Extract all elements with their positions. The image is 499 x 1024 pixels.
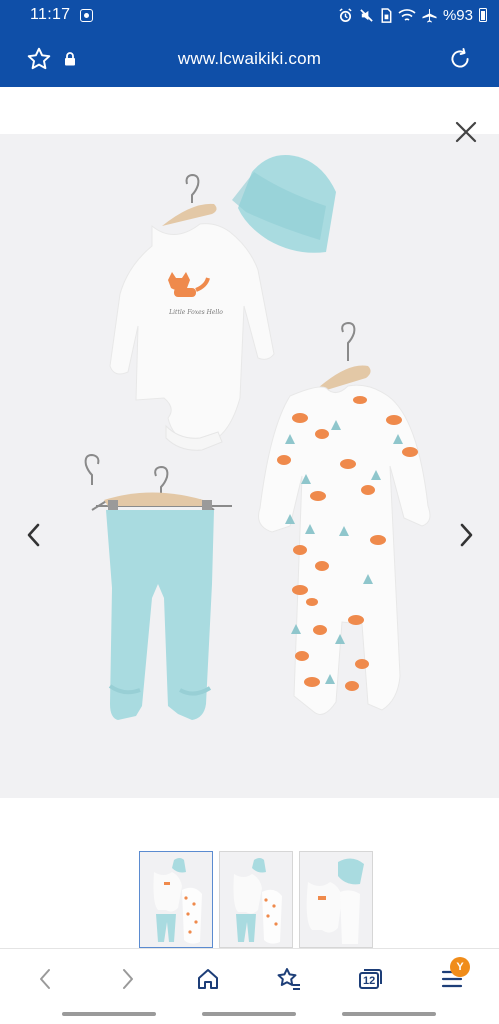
airplane-icon xyxy=(422,8,437,23)
bookmark-star-icon[interactable] xyxy=(26,46,52,72)
status-bar: 11:17 %93 xyxy=(0,0,499,30)
chevron-right-icon xyxy=(460,523,473,547)
status-icons: %93 xyxy=(338,7,487,24)
battery-icon xyxy=(479,8,487,22)
notification-icon xyxy=(80,8,94,22)
browser-bottom-nav: 12 xyxy=(0,948,499,1008)
product-photo: Little Foxes Hello xyxy=(84,155,431,720)
forward-button[interactable] xyxy=(112,963,144,995)
bookmarks-button[interactable] xyxy=(273,963,305,995)
home-icon xyxy=(198,969,218,989)
bodysuit-print-text: Little Foxes Hello xyxy=(168,309,223,316)
back-icon xyxy=(40,969,50,989)
sleepsuit-illustration xyxy=(258,384,431,715)
next-image-button[interactable] xyxy=(454,517,478,553)
hat-illustration xyxy=(232,155,336,253)
previous-image-button[interactable] xyxy=(22,517,46,553)
leggings-illustration xyxy=(106,510,214,720)
back-button[interactable] xyxy=(29,963,61,995)
lock-icon xyxy=(65,52,75,66)
reload-icon[interactable] xyxy=(447,46,473,72)
gesture-bar-left xyxy=(62,1012,156,1016)
sim-icon xyxy=(381,7,392,23)
forward-icon xyxy=(123,969,133,989)
tabs-button[interactable]: 12 xyxy=(354,963,386,995)
thumbnail-1[interactable] xyxy=(139,851,213,948)
chevron-left-icon xyxy=(27,523,40,547)
hanger xyxy=(185,173,200,203)
mute-icon xyxy=(360,8,373,22)
battery-text: %93 xyxy=(442,6,473,24)
bookmarks-icon xyxy=(277,968,300,990)
screen: 11:17 %93 www.lcwaikiki.com Little Foxes… xyxy=(0,0,499,1024)
product-main-image[interactable]: Little Foxes Hello xyxy=(0,134,499,798)
status-time: 11:17 xyxy=(30,6,71,23)
browser-url-bar: www.lcwaikiki.com xyxy=(0,30,499,87)
thumbnail-strip xyxy=(139,851,373,948)
wifi-icon xyxy=(398,8,416,21)
close-icon[interactable] xyxy=(452,118,480,146)
thumbnail-3[interactable] xyxy=(299,851,373,948)
menu-notification-badge: Y xyxy=(450,957,470,977)
gesture-bar-right xyxy=(342,1012,436,1016)
thumbnail-2[interactable] xyxy=(219,851,293,948)
alarm-icon xyxy=(339,7,352,22)
tab-count: 12 xyxy=(363,975,376,987)
bodysuit-illustration: Little Foxes Hello xyxy=(109,223,275,451)
gesture-bar-center xyxy=(202,1012,296,1016)
home-button[interactable] xyxy=(192,963,224,995)
